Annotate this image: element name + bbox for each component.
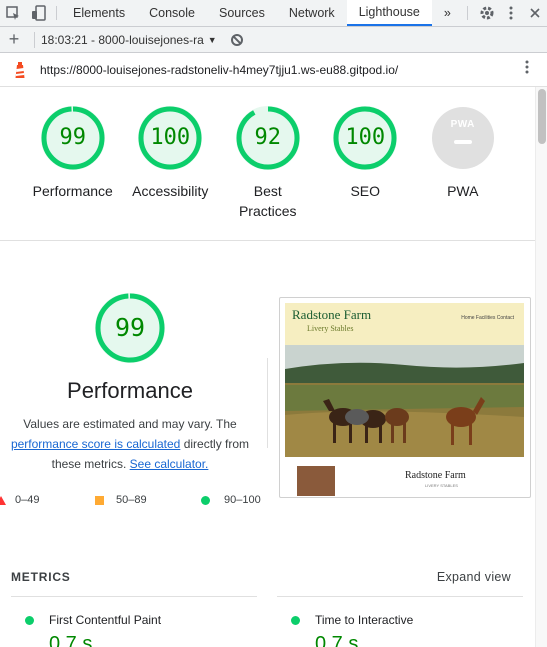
gauge-score: 92: [254, 125, 282, 150]
gauge-accessibility[interactable]: 100 Accessibility: [122, 105, 220, 240]
tab-label: Network: [288, 6, 335, 20]
tab-network[interactable]: Network: [277, 0, 347, 26]
average-square-icon: [95, 495, 104, 505]
metric-value: 0.7 s: [315, 633, 359, 647]
screenshot-footer-title: Radstone Farm: [405, 470, 466, 481]
inspect-element-icon[interactable]: [0, 0, 26, 26]
close-devtools-icon[interactable]: [523, 7, 547, 19]
legend-average: 50–89: [95, 490, 147, 510]
legend-pass: 90–100: [201, 490, 261, 510]
legend-fail: 0–49: [0, 490, 39, 510]
tab-console[interactable]: Console: [137, 0, 207, 26]
category-gauges: 99 Performance 100 Accessibility 92 Best…: [0, 87, 535, 241]
tab-label: Console: [149, 6, 195, 20]
gauge-pwa[interactable]: PWA PWA: [414, 105, 512, 240]
devtools-tabbar: Elements Console Sources Network Lightho…: [0, 0, 547, 27]
tab-sources[interactable]: Sources: [207, 0, 277, 26]
screenshot-footer-sub: LIVERY STABLES: [425, 483, 458, 488]
gauge-ring: 99: [40, 105, 106, 171]
device-toolbar-icon[interactable]: [26, 0, 52, 26]
screenshot-header: Radstone Farm Livery Stables Home Facili…: [285, 303, 524, 345]
metrics-title: METRICS: [11, 570, 71, 584]
gauge-performance[interactable]: 99 Performance: [24, 105, 122, 240]
performance-gauge: 99: [94, 292, 166, 364]
tab-lighthouse[interactable]: Lighthouse: [346, 0, 432, 26]
fail-triangle-icon: [0, 495, 6, 505]
gauge-label: Performance: [32, 183, 113, 199]
report-url-link[interactable]: https://8000-louisejones-radstoneliv-h4m…: [40, 63, 398, 77]
new-report-button[interactable]: +: [0, 29, 28, 50]
footer-thumbnail: [297, 466, 335, 496]
tab-label: Elements: [73, 6, 126, 20]
pwa-badge-icon: PWA: [431, 107, 494, 169]
tab-label: Sources: [218, 6, 265, 20]
report-select-value: 18:03:21 - 8000-louisejones-ra: [41, 32, 204, 47]
gauge-ring: 100: [137, 105, 203, 171]
vertical-scrollbar[interactable]: [535, 87, 547, 647]
chevron-down-icon: ▼: [207, 34, 217, 45]
gauge-ring: 100: [332, 105, 398, 171]
scrollbar-thumb[interactable]: [538, 89, 546, 144]
screenshot-footer: Radstone Farm LIVERY STABLES: [285, 458, 524, 496]
pwa-badge-text: PWA: [450, 119, 475, 130]
pass-circle-icon: [201, 495, 210, 505]
toolbar-separator: [34, 31, 35, 48]
gauge-label: SEO: [350, 183, 381, 199]
pass-circle-icon: [291, 616, 300, 625]
performance-title: Performance: [67, 378, 193, 403]
report-select[interactable]: 18:03:21 - 8000-louisejones-ra ▼: [41, 33, 217, 47]
metric-time-to-interactive: Time to Interactive 0.7 s: [277, 596, 523, 647]
gauge-best-practices[interactable]: 92 Best Practices: [219, 105, 317, 240]
metric-value: 0.7 s: [49, 633, 93, 647]
tab-elements[interactable]: Elements: [61, 0, 137, 26]
section-divider: [267, 358, 268, 448]
see-calculator-link[interactable]: See calculator.: [130, 457, 209, 471]
expand-view-toggle[interactable]: Expand view: [437, 570, 511, 584]
more-tabs-button[interactable]: »: [432, 0, 463, 26]
score-calculated-link[interactable]: performance score is calculated: [11, 437, 180, 451]
tab-separator: [56, 6, 57, 20]
legend-range: 50–89: [116, 494, 147, 506]
legend-range: 0–49: [15, 494, 40, 506]
page-screenshot[interactable]: Radstone Farm Livery Stables Home Facili…: [279, 297, 531, 498]
gauge-label: Best Practices: [238, 183, 297, 219]
metric-label: First Contentful Paint: [49, 613, 162, 627]
tab-label: Lighthouse: [358, 5, 420, 19]
more-tabs-label: »: [443, 6, 451, 20]
gauge-score: 100: [150, 125, 191, 150]
screenshot-nav: Home Facilities Contact: [461, 315, 514, 321]
metric-first-contentful-paint: First Contentful Paint 0.7 s: [11, 596, 257, 647]
lighthouse-toolbar: + 18:03:21 - 8000-louisejones-ra ▼: [0, 27, 547, 53]
report-menu-icon[interactable]: [525, 60, 529, 79]
score-legend: 0–49 50–89 90–100: [0, 490, 280, 510]
performance-score: 99: [114, 313, 146, 342]
gauge-seo[interactable]: 100 SEO: [317, 105, 415, 240]
report-content: 99 Performance 100 Accessibility 92 Best…: [0, 87, 535, 647]
metrics-header: METRICS Expand view: [11, 567, 511, 587]
lighthouse-logo-icon: [0, 61, 40, 79]
gauge-label: Accessibility: [132, 183, 209, 199]
gauge-score: 99: [59, 125, 87, 150]
settings-gear-icon[interactable]: [475, 5, 499, 21]
pwa-dash: [453, 140, 472, 144]
clear-reports-icon[interactable]: [230, 33, 243, 46]
tab-separator: [466, 6, 468, 20]
screenshot-site-title: Radstone Farm: [292, 307, 372, 322]
report-url-row: https://8000-louisejones-radstoneliv-h4m…: [0, 53, 547, 87]
desc-prefix: Values are estimated and may vary. The: [23, 417, 237, 431]
pass-circle-icon: [25, 616, 34, 625]
screenshot-site-subtitle: Livery Stables: [307, 324, 354, 333]
metric-label: Time to Interactive: [315, 613, 414, 627]
gauge-score: 100: [345, 125, 386, 150]
horses-photo: [285, 345, 524, 457]
more-options-icon[interactable]: [499, 6, 523, 20]
gauge-ring: 92: [235, 105, 301, 171]
gauge-label: PWA: [447, 183, 479, 199]
performance-summary: 99 Performance Values are estimated and …: [0, 292, 260, 474]
legend-range: 90–100: [224, 494, 261, 506]
performance-description: Values are estimated and may vary. The p…: [0, 414, 260, 474]
